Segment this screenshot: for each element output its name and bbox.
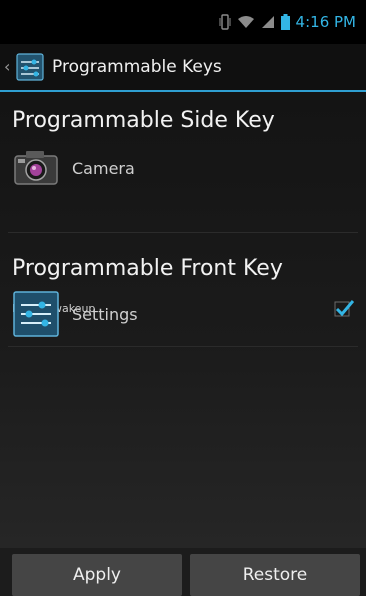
wifi-icon: [237, 16, 254, 28]
restore-button[interactable]: Restore: [190, 554, 360, 596]
side-key-app-row[interactable]: Camera: [12, 148, 135, 188]
bottom-button-bar: Apply Restore: [0, 548, 366, 596]
settings-sliders-icon: [13, 291, 59, 337]
status-icons: 4:16 PM: [219, 12, 356, 32]
front-key-app-row[interactable]: Settings: [12, 290, 138, 338]
signal-icon: [261, 16, 274, 28]
apply-button[interactable]: Apply: [12, 554, 182, 596]
settings-sliders-icon[interactable]: [16, 53, 44, 81]
side-key-title: Programmable Side Key: [12, 108, 275, 133]
preferences-list: Programmable Side Key Camera Enable wake…: [0, 92, 366, 548]
row-divider: [8, 346, 358, 347]
action-bar: ‹ Programmable Keys: [0, 44, 366, 90]
status-time: 4:16 PM: [295, 13, 356, 31]
back-chevron-icon[interactable]: ‹: [4, 59, 14, 75]
row-divider: [8, 232, 358, 233]
side-key-app-label: Camera: [72, 158, 135, 178]
vibrate-icon: [219, 14, 231, 30]
status-bar: 4:16 PM: [0, 0, 366, 44]
page-title: Programmable Keys: [52, 57, 222, 77]
front-key-title: Programmable Front Key: [12, 256, 283, 281]
battery-icon: [280, 14, 290, 30]
camera-icon: [14, 151, 58, 185]
front-key-app-label: Settings: [72, 304, 138, 324]
enable-wakeup-checkbox[interactable]: [334, 299, 354, 317]
